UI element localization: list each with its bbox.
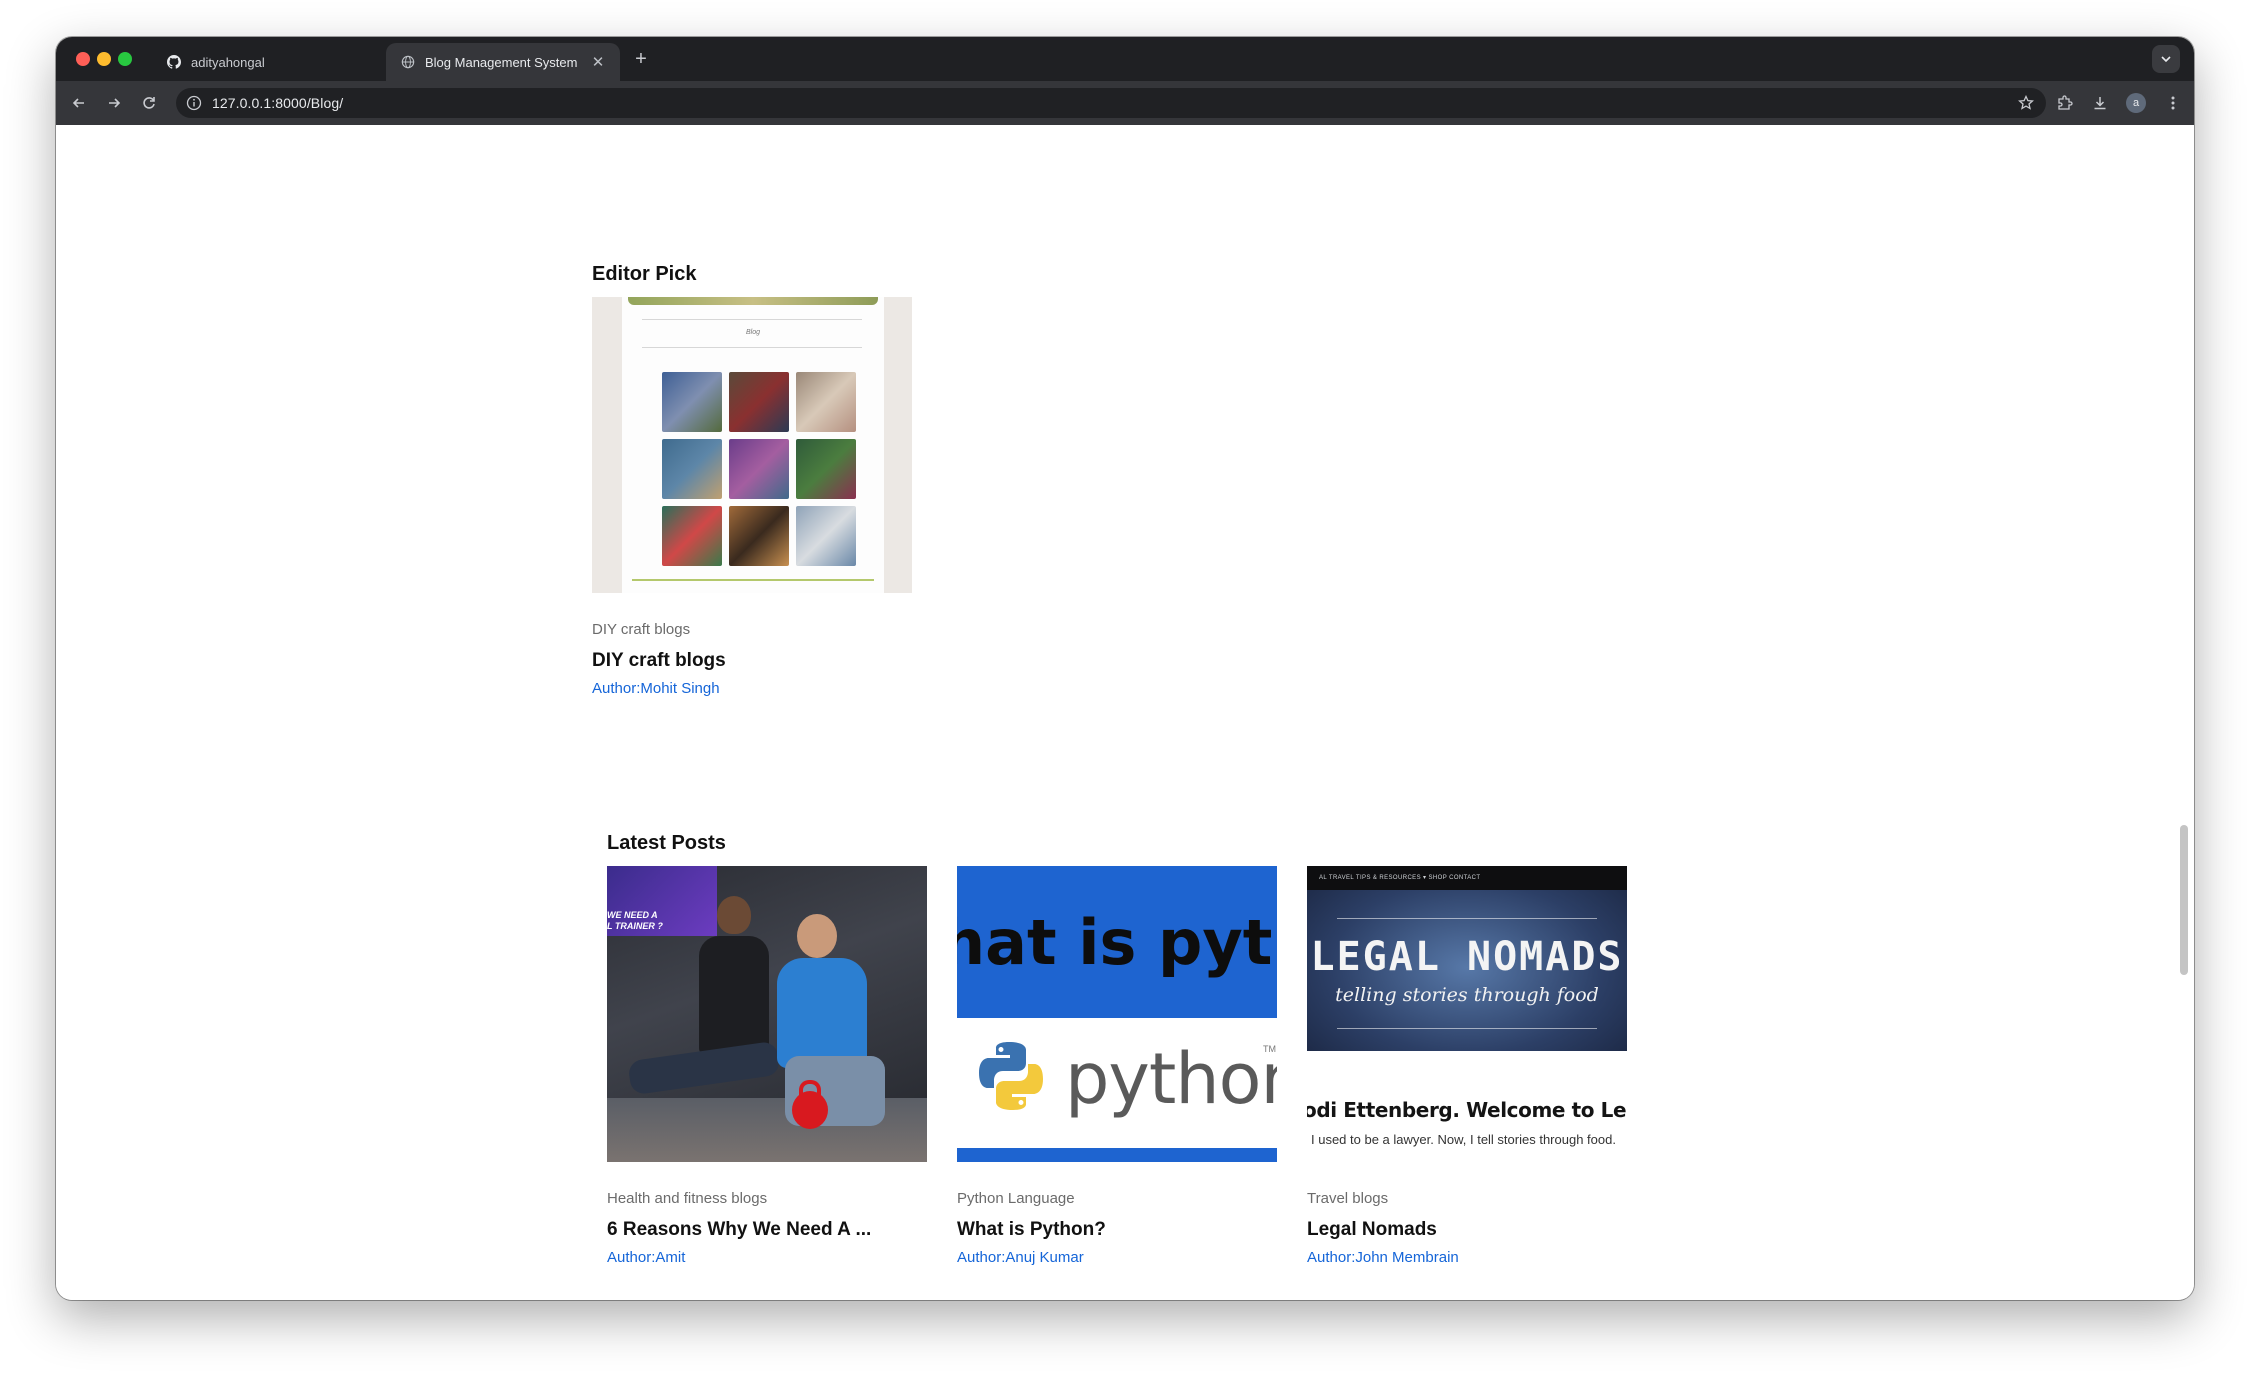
download-icon (2094, 97, 2106, 110)
post-author[interactable]: Author:Amit (607, 1249, 927, 1266)
address-bar[interactable]: 127.0.0.1:8000/Blog/ (176, 88, 2046, 118)
latest-post-card[interactable]: WE NEED A L TRAINER ? Health and fitness… (607, 866, 927, 1266)
post-category: DIY craft blogs (592, 621, 691, 638)
post-title[interactable]: DIY craft blogs (592, 650, 912, 672)
site-info-icon[interactable] (186, 95, 202, 111)
minimize-window-button[interactable] (97, 52, 111, 66)
thumb-title: LEGAL NOMADS (1310, 934, 1624, 980)
thumb-welcome: odi Ettenberg. Welcome to Legal N (1307, 1098, 1627, 1122)
profile-avatar[interactable]: a (2126, 93, 2146, 113)
arrow-left-icon (72, 98, 84, 108)
post-author[interactable]: Author:Anuj Kumar (957, 1249, 1277, 1266)
latest-post-card[interactable]: hat is pytho python TM Python Language W… (957, 866, 1277, 1266)
bookmark-star-icon[interactable] (2016, 93, 2036, 113)
page-scrollbar[interactable] (2180, 825, 2188, 975)
post-category: Travel blogs (1307, 1190, 1389, 1207)
post-author[interactable]: Author:John Membrain (1307, 1249, 1627, 1266)
python-logo-icon (979, 1042, 1043, 1110)
thumb-text: WE NEED A L TRAINER ? (607, 910, 663, 931)
post-title[interactable]: Legal Nomads (1307, 1219, 1627, 1241)
post-thumbnail[interactable]: AL TRAVEL TIPS & RESOURCES ▾ SHOP CONTAC… (1307, 866, 1627, 1162)
forward-button[interactable] (101, 90, 127, 116)
more-vertical-icon (2171, 96, 2175, 110)
tab-label: Blog Management System :: Bl (425, 54, 582, 70)
post-title[interactable]: What is Python? (957, 1219, 1277, 1241)
latest-post-card[interactable]: AL TRAVEL TIPS & RESOURCES ▾ SHOP CONTAC… (1307, 866, 1627, 1266)
puzzle-icon (2058, 95, 2073, 110)
thumb-subtitle: I used to be a lawyer. Now, I tell stori… (1311, 1132, 1616, 1147)
chevron-down-icon (2161, 56, 2171, 63)
menu-button[interactable] (2160, 90, 2186, 116)
thumb-tm: TM (1263, 1044, 1276, 1054)
globe-icon (400, 54, 416, 70)
reload-button[interactable] (136, 90, 162, 116)
maximize-window-button[interactable] (118, 52, 132, 66)
close-window-button[interactable] (76, 52, 90, 66)
post-title[interactable]: 6 Reasons Why We Need A ... (607, 1219, 927, 1241)
thumb-nav: AL TRAVEL TIPS & RESOURCES ▾ SHOP CONTAC… (1307, 866, 1627, 890)
latest-posts-heading: Latest Posts (607, 832, 726, 854)
thumb-small-label: Blog (745, 329, 760, 336)
thumb-tagline: telling stories through food (1335, 984, 1599, 1006)
post-category: Health and fitness blogs (607, 1190, 768, 1207)
post-thumbnail[interactable]: Blog (592, 297, 912, 593)
editor-pick-card[interactable]: Blog DIY craft blogs DIY craft blogs Aut… (592, 297, 912, 697)
tab-blog-management[interactable]: Blog Management System :: Bl ✕ (386, 43, 620, 81)
new-tab-button[interactable]: + (628, 46, 654, 72)
url-text[interactable]: 127.0.0.1:8000/Blog/ (212, 95, 343, 111)
reload-icon (143, 97, 155, 109)
close-tab-icon[interactable]: ✕ (590, 54, 606, 71)
page-content: Editor Pick Blog DIY craft blogs DIY cra… (56, 125, 2194, 1300)
post-thumbnail[interactable]: WE NEED A L TRAINER ? (607, 866, 927, 1162)
back-button[interactable] (66, 90, 92, 116)
post-thumbnail[interactable]: hat is pytho python TM (957, 866, 1277, 1162)
arrow-right-icon (109, 98, 121, 108)
tab-strip: adityahongal ✕ Blog Management System ::… (56, 37, 2194, 81)
tab-search-button[interactable] (2152, 45, 2180, 73)
tab-label: adityahongal (191, 54, 265, 70)
browser-window: adityahongal ✕ Blog Management System ::… (56, 37, 2194, 1300)
downloads-button[interactable] (2087, 90, 2113, 116)
post-category: Python Language (957, 1190, 1075, 1207)
thumb-grid (662, 372, 856, 566)
post-author[interactable]: Author:Mohit Singh (592, 680, 912, 697)
browser-toolbar: 127.0.0.1:8000/Blog/ a (56, 81, 2194, 125)
thumb-logo-text: python (1065, 1038, 1277, 1120)
editor-pick-heading: Editor Pick (592, 263, 697, 285)
extensions-button[interactable] (2052, 90, 2078, 116)
github-icon (166, 54, 182, 70)
thumb-headline: hat is pytho (957, 906, 1277, 979)
